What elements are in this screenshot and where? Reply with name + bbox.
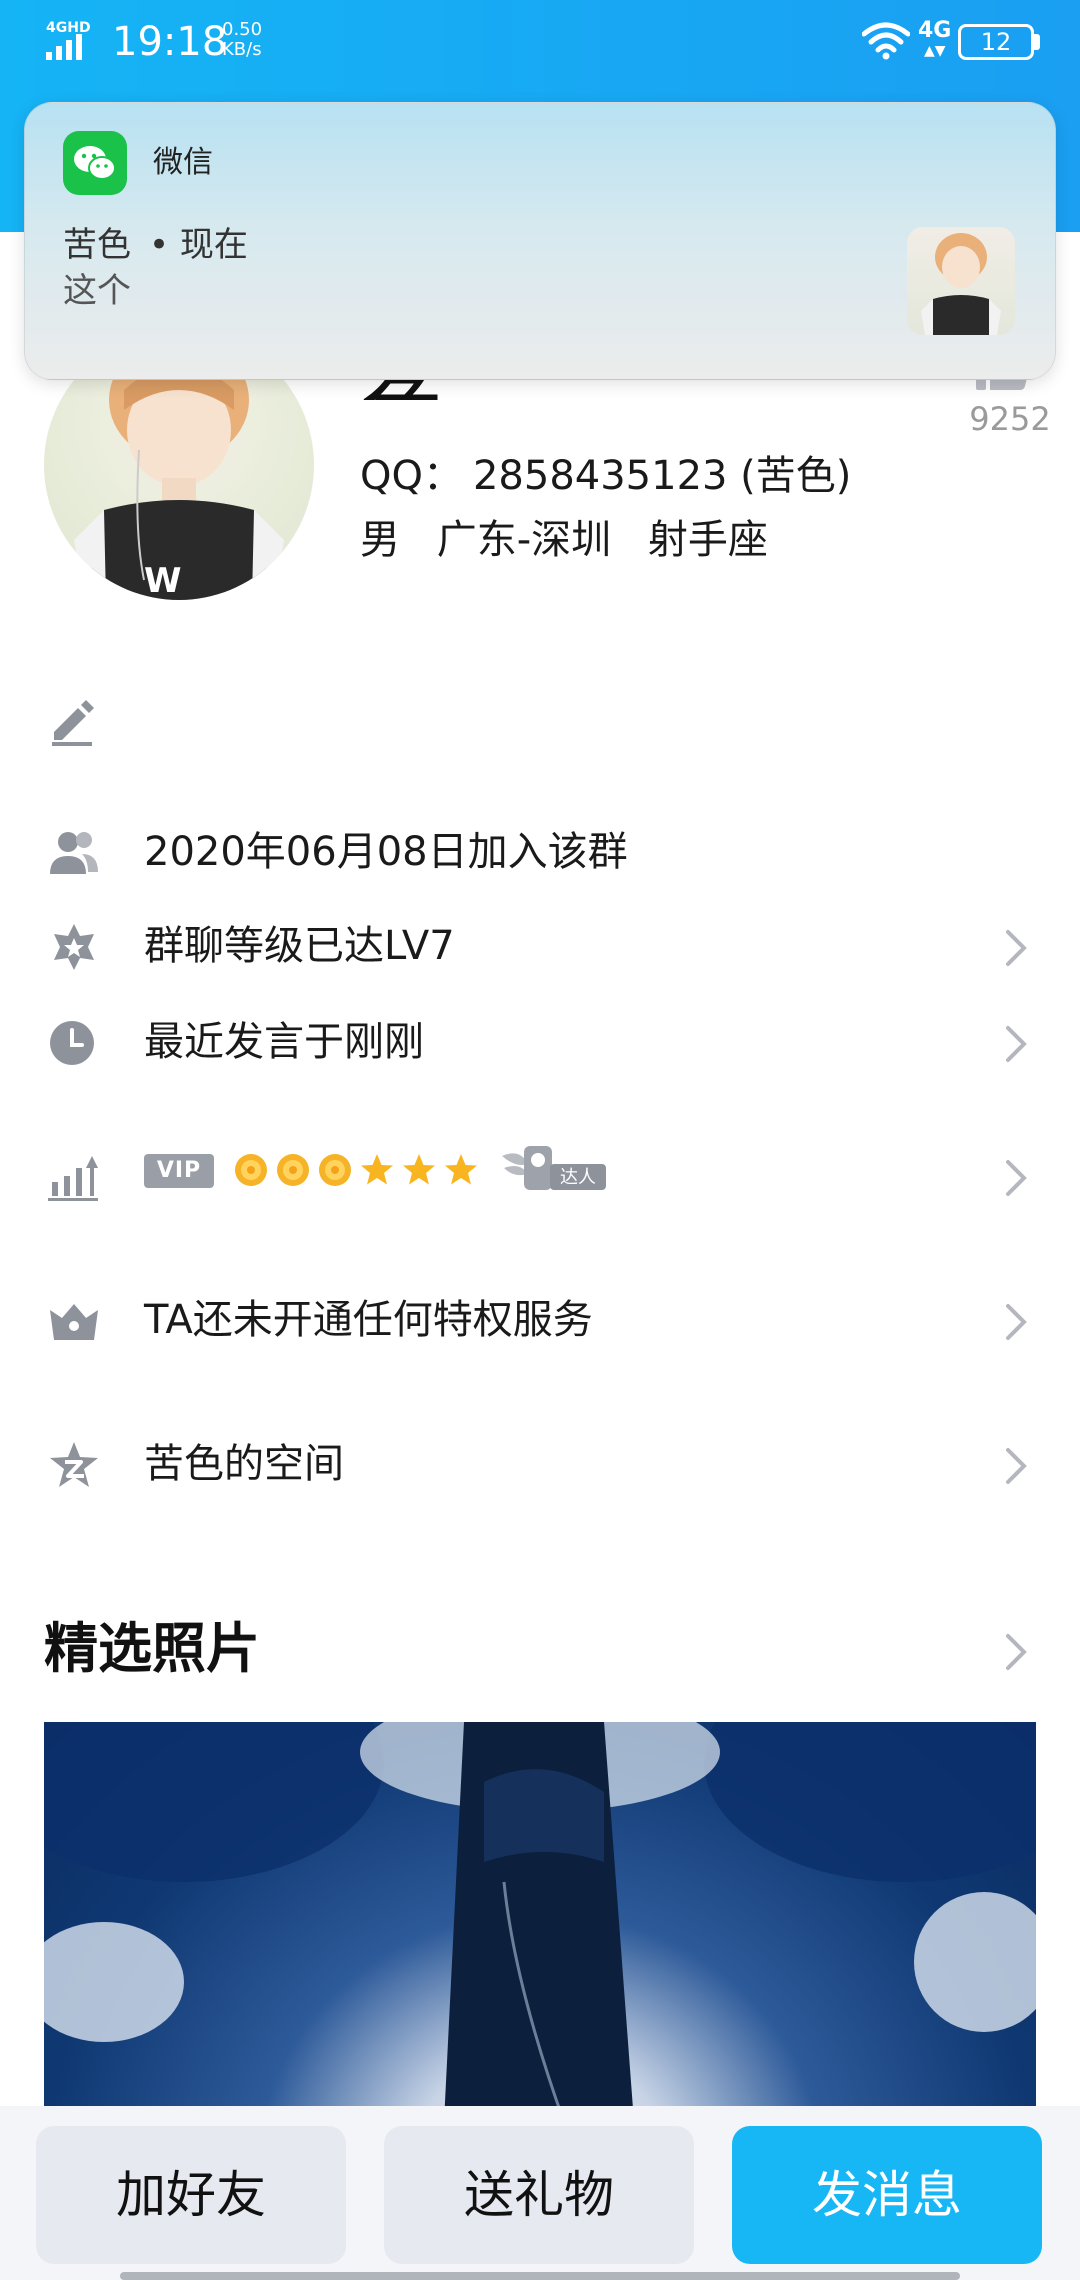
notification-app-name: 微信	[153, 145, 213, 180]
svg-text:W: W	[144, 561, 182, 600]
qzone-label: 苦色的空间	[144, 1441, 344, 1487]
qzone-star-icon	[50, 1442, 98, 1487]
edit-signature-row[interactable]	[0, 680, 1080, 760]
battery-icon: 12	[958, 24, 1034, 60]
last-speak-row[interactable]: 最近发言于刚刚	[0, 1002, 1080, 1082]
signal-label: 4GHD	[46, 20, 91, 36]
profile-info: 男 广东-深圳 射手座	[360, 514, 792, 566]
group-members-icon	[50, 832, 98, 874]
daren-label: 达人	[560, 1167, 596, 1188]
vip-level-icons	[232, 1148, 480, 1192]
network-type: 4G	[918, 18, 952, 43]
status-bar: 4GHD 19:18 0.50 KB/s 4G ▲▼ 12	[0, 0, 1080, 84]
clock-icon	[50, 1021, 94, 1065]
notification-time: • 现在	[149, 225, 248, 265]
featured-photo[interactable]	[44, 1722, 1036, 2122]
bottom-action-bar: 加好友 送礼物 发消息	[0, 2106, 1080, 2280]
location: 广东-深圳	[436, 517, 612, 563]
battery-level: 12	[980, 28, 1012, 56]
wechat-icon	[63, 131, 127, 195]
gender: 男	[360, 517, 400, 563]
badge-star-icon	[54, 924, 94, 970]
battery-cap	[1034, 34, 1040, 50]
network-speed-unit: KB/s	[222, 39, 262, 60]
send-gift-button[interactable]: 送礼物	[384, 2126, 694, 2264]
crown-icon	[50, 1304, 98, 1340]
sun-icon	[277, 1154, 309, 1186]
join-date-row: 2020年06月08日加入该群	[0, 812, 1080, 892]
vip-badge: VIP	[144, 1154, 214, 1188]
status-time: 19:18	[112, 19, 228, 65]
notification-avatar	[907, 227, 1015, 335]
zodiac: 射手座	[647, 517, 768, 563]
sun-icon	[319, 1154, 351, 1186]
chevron-right-icon	[1006, 1026, 1027, 1062]
chevron-right-icon	[1006, 930, 1027, 966]
send-message-button[interactable]: 发消息	[732, 2126, 1042, 2264]
chevron-right-icon	[1006, 1304, 1027, 1340]
notification-message: 这个	[63, 271, 131, 311]
chevron-right-icon	[1006, 1448, 1027, 1484]
qzone-row[interactable]: 苦色的空间	[0, 1424, 1080, 1504]
level-up-icon	[48, 1156, 98, 1201]
join-date-label: 2020年06月08日加入该群	[144, 829, 628, 875]
qq-value: 2858435123 (苦色)	[472, 453, 852, 499]
like-count: 9252	[969, 400, 1051, 438]
star-icon	[445, 1154, 477, 1185]
daren-badge-icon: 达人	[502, 1146, 606, 1190]
featured-photo-image	[44, 1722, 1036, 2122]
edit-icon	[52, 700, 94, 746]
qq-number: QQ： 2858435123 (苦色)	[360, 450, 851, 502]
group-level-row[interactable]: 群聊等级已达LV7	[0, 906, 1080, 986]
add-friend-button[interactable]: 加好友	[36, 2126, 346, 2264]
wechat-notification[interactable]: 微信 苦色 • 现在 这个	[24, 102, 1056, 380]
star-icon	[361, 1154, 393, 1185]
data-arrows-icon: ▲▼	[924, 43, 946, 59]
notification-sender: 苦色	[63, 225, 131, 265]
privilege-row[interactable]: TA还未开通任何特权服务	[0, 1280, 1080, 1360]
chevron-right-icon	[1006, 1160, 1027, 1196]
cellular-signal-icon: 4GHD	[46, 20, 91, 60]
qq-label: QQ：	[360, 453, 463, 499]
wifi-icon	[862, 22, 910, 60]
network-speed: 0.50 KB/s	[222, 20, 262, 60]
last-speak-label: 最近发言于刚刚	[144, 1019, 424, 1065]
network-speed-value: 0.50	[222, 19, 263, 40]
sun-icon	[235, 1154, 267, 1186]
star-icon	[403, 1154, 435, 1185]
chevron-right-icon[interactable]	[1004, 1632, 1028, 1672]
home-indicator[interactable]	[120, 2272, 960, 2280]
privilege-label: TA还未开通任何特权服务	[144, 1297, 593, 1343]
vip-level-row[interactable]: VIP 达人	[0, 1136, 1080, 1216]
group-level-label: 群聊等级已达LV7	[144, 923, 455, 969]
featured-photos-title[interactable]: 精选照片	[44, 1614, 260, 1684]
